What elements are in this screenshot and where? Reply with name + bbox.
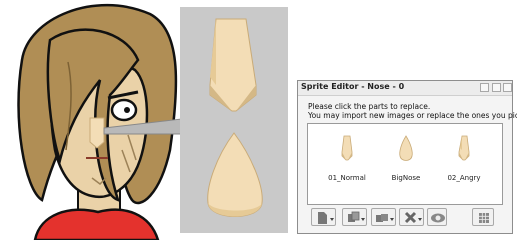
duplicate-icon — [376, 214, 394, 222]
big-nose-icon — [399, 135, 413, 161]
window-titlebar: Sprite Editor - Nose - 0 — [298, 81, 512, 96]
grid-icon — [479, 213, 489, 223]
close-button[interactable] — [503, 83, 512, 92]
large-bignose-sprite — [207, 132, 263, 217]
delete-icon — [404, 211, 422, 224]
part-item-angry[interactable]: 02_Angry — [439, 132, 489, 188]
parts-list: 01_Normal BigNose 02_Angry — [307, 123, 503, 205]
new-file-icon — [318, 212, 334, 224]
maximize-button[interactable] — [492, 83, 501, 92]
grid-button[interactable] — [472, 208, 494, 226]
large-nose-sprite — [209, 18, 257, 112]
part-label: BigNose — [391, 174, 421, 182]
callout-pointer — [103, 117, 191, 135]
instruction-line-2: You may import new images or replace the… — [308, 111, 517, 120]
copy-icon — [348, 211, 365, 222]
duplicate-button[interactable] — [371, 208, 396, 226]
sprite-editor-window: Sprite Editor - Nose - 0 Please click th… — [297, 80, 517, 234]
part-label: 01_Normal — [328, 174, 366, 182]
preview-eye-icon — [431, 213, 445, 223]
instruction-line-1: Please click the parts to replace. — [308, 102, 431, 111]
preview-button[interactable] — [427, 208, 447, 226]
new-file-button[interactable] — [311, 208, 336, 226]
window-title: Sprite Editor - Nose - 0 — [301, 82, 405, 91]
part-item-bignose[interactable]: BigNose — [381, 132, 431, 188]
minimize-button[interactable] — [480, 83, 489, 92]
part-label: 02_Angry — [447, 174, 481, 182]
nose-preview-panel — [180, 7, 288, 233]
part-item-normal[interactable]: 01_Normal — [322, 132, 372, 188]
copy-button[interactable] — [342, 208, 367, 226]
normal-nose-icon — [341, 135, 353, 161]
angry-nose-icon — [458, 135, 470, 161]
delete-button[interactable] — [399, 208, 424, 226]
